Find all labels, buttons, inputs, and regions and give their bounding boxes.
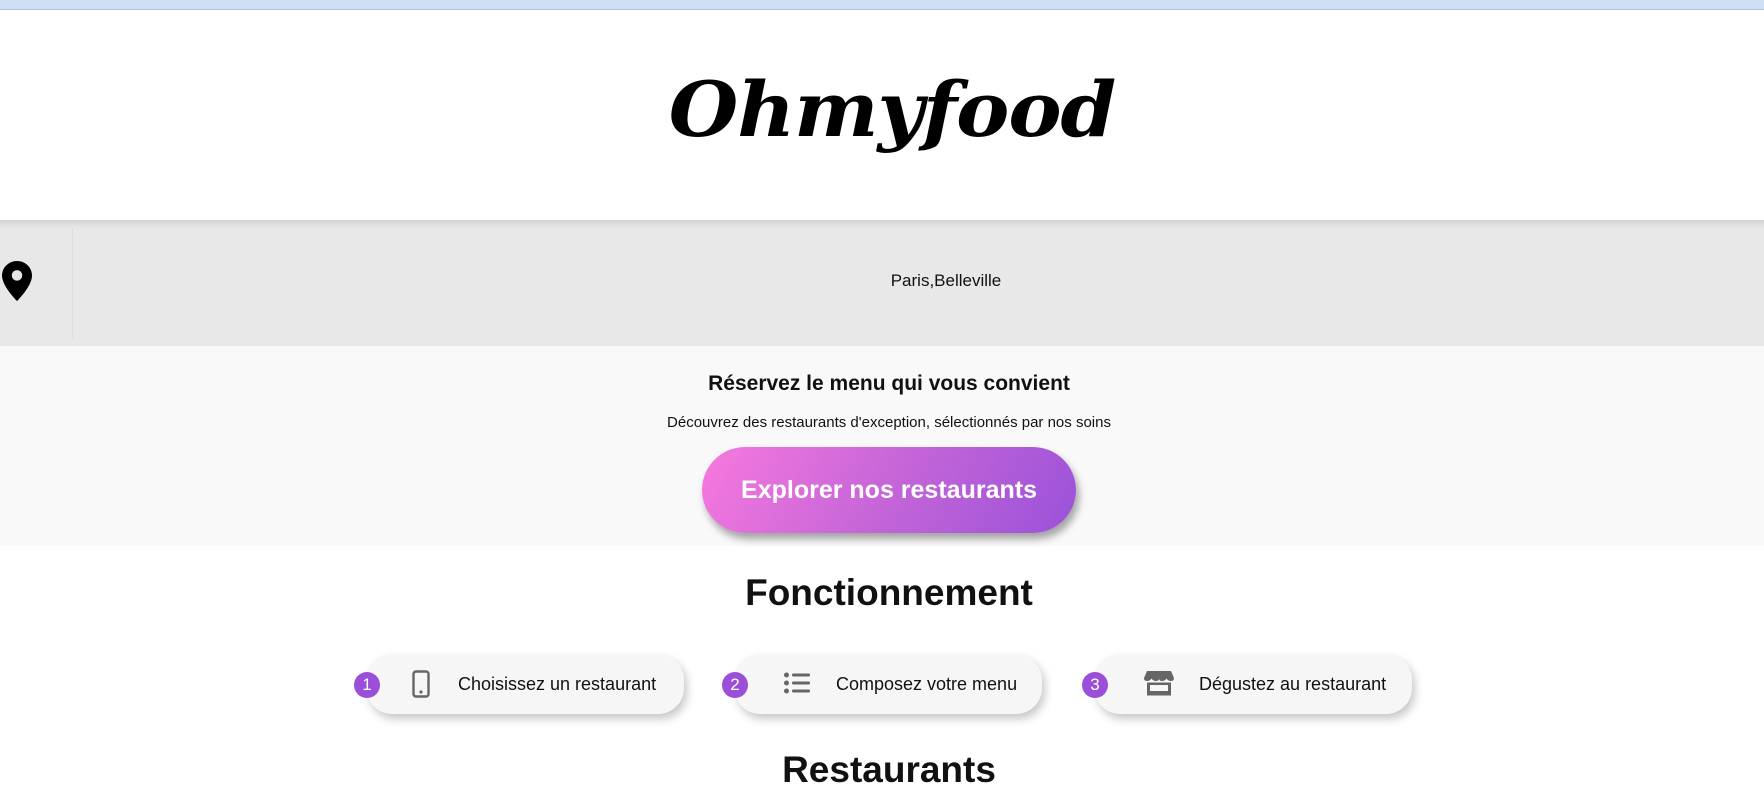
store-icon	[1144, 670, 1174, 696]
browser-top-strip	[0, 0, 1764, 10]
hero-section: Réservez le menu qui vous convient Décou…	[0, 346, 1764, 546]
step-number-badge: 2	[722, 672, 748, 698]
step-number-badge: 3	[1082, 672, 1108, 698]
how-it-works-steps: Choisissez un restaurant 1 Composez votr…	[0, 652, 1764, 722]
step-choose-restaurant: Choisissez un restaurant	[366, 654, 684, 714]
step-label: Dégustez au restaurant	[1199, 673, 1387, 694]
header-divider	[0, 220, 1764, 228]
logo[interactable]: Ohmyfood	[0, 64, 1764, 156]
step-compose-menu: Composez votre menu	[734, 654, 1042, 714]
step-label: Choisissez un restaurant	[458, 673, 657, 694]
location-icon-box	[0, 228, 73, 338]
location-text: Paris,Belleville	[890, 271, 1002, 290]
explore-restaurants-button[interactable]: Explorer nos restaurants	[702, 447, 1076, 533]
hero-subtitle: Découvrez des restaurants d'exception, s…	[667, 414, 1111, 431]
step-number-badge: 1	[354, 672, 380, 698]
location-bar: Paris,Belleville	[0, 228, 1764, 346]
mobile-phone-icon	[412, 670, 430, 698]
restaurants-title: Restaurants	[782, 749, 996, 790]
how-it-works-title: Fonctionnement	[745, 572, 1033, 613]
step-taste-restaurant: Dégustez au restaurant	[1094, 654, 1412, 714]
hero-title: Réservez le menu qui vous convient	[708, 372, 1070, 395]
list-icon	[784, 672, 810, 694]
page: Ohmyfood Paris,Belleville Réservez le me…	[0, 0, 1764, 804]
step-label: Composez votre menu	[836, 673, 1018, 694]
map-pin-icon	[0, 260, 33, 306]
